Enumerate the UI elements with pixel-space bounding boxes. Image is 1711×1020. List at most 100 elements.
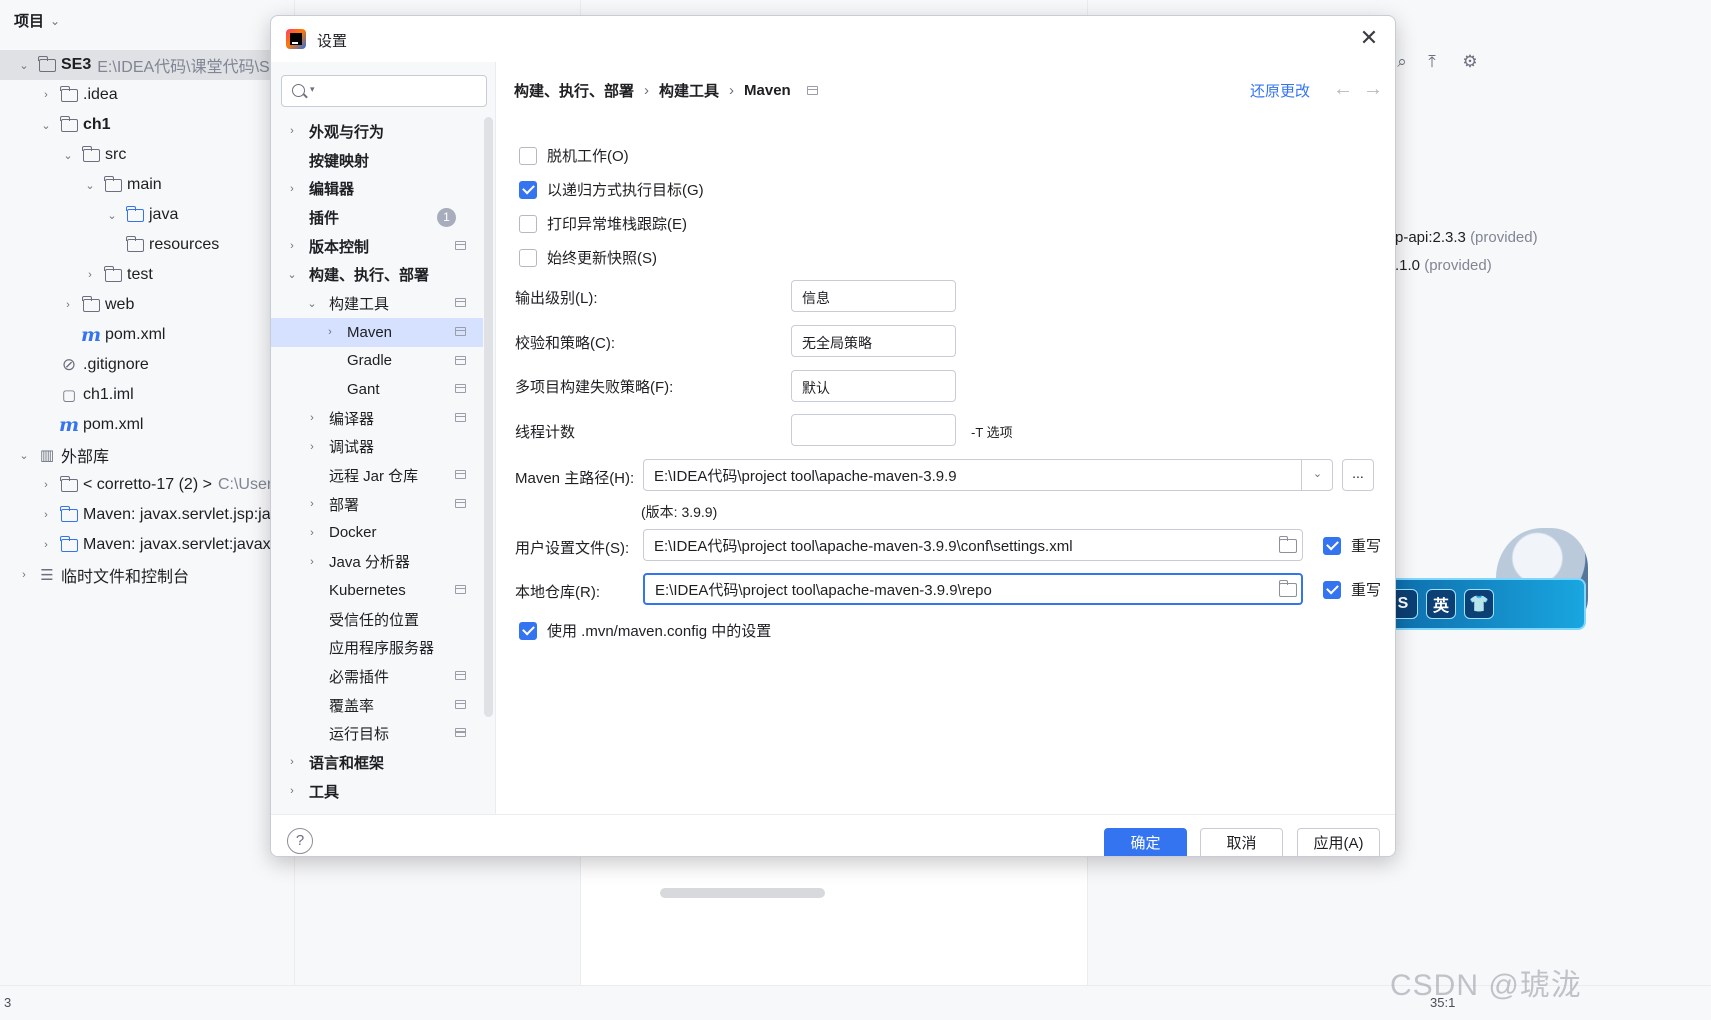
chevron-down-icon[interactable]: ⌄ xyxy=(1301,459,1333,491)
dialog-titlebar[interactable]: 设置 ✕ xyxy=(271,16,1395,62)
local-repo-override-checkbox[interactable] xyxy=(1323,580,1341,599)
maven-dependency-item[interactable]: .1.0 (provided) xyxy=(1395,257,1492,274)
tree-node-java[interactable]: ⌄ java xyxy=(0,200,295,230)
nav-item-coverage[interactable]: 覆盖率 xyxy=(271,691,483,720)
print-stacktrace-checkbox[interactable] xyxy=(519,214,537,233)
chevron-down-icon[interactable]: ⌄ xyxy=(38,119,54,132)
output-level-select[interactable]: 信息 ⌄ xyxy=(791,280,956,312)
nav-item-vcs[interactable]: › 版本控制 xyxy=(271,232,483,261)
project-panel-header[interactable]: 项目 ⌄ xyxy=(14,10,60,31)
chevron-right-icon[interactable]: › xyxy=(305,498,319,510)
chevron-right-icon[interactable]: › xyxy=(285,125,299,137)
tree-node-gitignore[interactable]: ⊘ .gitignore xyxy=(0,350,295,380)
close-icon[interactable]: ✕ xyxy=(1357,26,1381,50)
nav-item-run-targets[interactable]: 运行目标 xyxy=(271,719,483,748)
chevron-down-icon[interactable]: ⌄ xyxy=(82,179,98,192)
thread-count-input[interactable] xyxy=(791,414,956,446)
always-update-snapshots-option[interactable]: 始终更新快照(S) xyxy=(519,247,657,268)
folder-icon[interactable] xyxy=(1278,536,1297,553)
nav-item-java-profiler[interactable]: › Java 分析器 xyxy=(271,547,483,576)
tree-node-pom-root[interactable]: m pom.xml xyxy=(0,410,295,440)
maven-dependency-item[interactable]: p-api:2.3.3 (provided) xyxy=(1395,229,1538,246)
collapse-all-icon[interactable]: ⤒ xyxy=(1422,52,1442,72)
chevron-down-icon[interactable]: ⌄ xyxy=(104,209,120,222)
print-stacktrace-option[interactable]: 打印异常堆栈跟踪(E) xyxy=(519,213,687,234)
chevron-right-icon[interactable]: › xyxy=(38,89,54,101)
work-offline-checkbox[interactable] xyxy=(519,146,537,165)
tree-node-iml[interactable]: ▢ ch1.iml xyxy=(0,380,295,410)
chevron-right-icon[interactable]: › xyxy=(285,785,299,797)
checksum-policy-select[interactable]: 无全局策略 ⌄ xyxy=(791,325,956,357)
nav-item-app-servers[interactable]: 应用程序服务器 xyxy=(271,633,483,662)
chevron-right-icon[interactable]: › xyxy=(305,556,319,568)
input-method-bar[interactable]: S 英 👕 xyxy=(1376,578,1586,630)
chevron-right-icon[interactable]: › xyxy=(285,240,299,252)
user-settings-override-checkbox[interactable] xyxy=(1323,536,1341,555)
tree-node-se3[interactable]: ⌄ SE3 E:\IDEA代码\课堂代码\SE3 xyxy=(0,50,295,80)
recursive-goals-checkbox[interactable] xyxy=(519,180,537,199)
chevron-right-icon[interactable]: › xyxy=(323,326,337,338)
local-repo-override[interactable]: 重写 xyxy=(1323,579,1381,600)
chevron-right-icon[interactable]: › xyxy=(60,299,76,311)
revert-changes-link[interactable]: 还原更改 xyxy=(1250,80,1310,101)
nav-item-compiler[interactable]: › 编译器 xyxy=(271,404,483,433)
tree-node-resources[interactable]: resources xyxy=(0,230,295,260)
nav-item-docker[interactable]: › Docker xyxy=(271,519,483,548)
breadcrumb-item[interactable]: 构建工具 xyxy=(659,80,719,101)
settings-search[interactable]: ▾ xyxy=(281,75,487,107)
back-arrow-icon[interactable]: ← xyxy=(1333,78,1353,101)
ok-button[interactable]: 确定 xyxy=(1104,828,1187,856)
maven-home-input[interactable] xyxy=(643,459,1333,491)
chevron-down-icon[interactable]: ⌄ xyxy=(60,149,76,162)
always-update-snapshots-checkbox[interactable] xyxy=(519,248,537,267)
maven-home-browse-button[interactable]: ... xyxy=(1342,459,1374,491)
apply-button[interactable]: 应用(A) xyxy=(1297,828,1380,856)
local-repo-input[interactable] xyxy=(643,573,1303,605)
tree-node-pom-ch1[interactable]: m pom.xml xyxy=(0,320,295,350)
tree-node-jdk[interactable]: › < corretto-17 (2) > C:\Users xyxy=(0,470,295,500)
mvn-config-checkbox[interactable] xyxy=(519,621,537,640)
editor-horizontal-scrollbar[interactable] xyxy=(660,888,825,898)
folder-icon[interactable] xyxy=(1278,580,1297,597)
chevron-right-icon[interactable]: › xyxy=(16,569,32,581)
tree-node-ch1[interactable]: ⌄ ch1 xyxy=(0,110,295,140)
nav-scrollbar[interactable] xyxy=(484,117,493,717)
nav-item-appearance[interactable]: › 外观与行为 xyxy=(271,117,483,146)
chevron-down-icon[interactable]: ⌄ xyxy=(16,59,32,72)
nav-item-tools[interactable]: › 工具 xyxy=(271,777,483,806)
input-method-widget[interactable]: S 英 👕 xyxy=(1376,528,1711,638)
tree-node-web[interactable]: › web xyxy=(0,290,295,320)
chevron-down-icon[interactable]: ⌄ xyxy=(16,449,32,462)
chevron-down-icon[interactable]: ⌄ xyxy=(285,268,299,281)
tree-node-src[interactable]: ⌄ src xyxy=(0,140,295,170)
tree-node-maven-servlet[interactable]: › Maven: javax.servlet:javax.se xyxy=(0,530,295,560)
tree-node-test[interactable]: › test xyxy=(0,260,295,290)
user-settings-input[interactable] xyxy=(643,529,1303,561)
nav-item-plugins[interactable]: 插件 1 xyxy=(271,203,483,232)
nav-item-debugger[interactable]: › 调试器 xyxy=(271,433,483,462)
nav-item-required-plugins[interactable]: 必需插件 xyxy=(271,662,483,691)
chevron-right-icon[interactable]: › xyxy=(305,441,319,453)
chevron-right-icon[interactable]: › xyxy=(305,412,319,424)
chevron-right-icon[interactable]: › xyxy=(38,479,54,491)
nav-item-keymap[interactable]: 按键映射 xyxy=(271,146,483,175)
chevron-right-icon[interactable]: › xyxy=(285,183,299,195)
chevron-down-icon[interactable]: ⌄ xyxy=(305,297,319,310)
nav-item-languages-frameworks[interactable]: › 语言和框架 xyxy=(271,748,483,777)
cancel-button[interactable]: 取消 xyxy=(1200,828,1283,856)
tree-node-scratches[interactable]: › ☰ 临时文件和控制台 xyxy=(0,560,295,590)
ime-skin-key[interactable]: 👕 xyxy=(1464,589,1494,619)
nav-item-remote-jar-repos[interactable]: 远程 Jar 仓库 xyxy=(271,461,483,490)
recursive-goals-option[interactable]: 以递归方式执行目标(G) xyxy=(519,179,704,200)
chevron-right-icon[interactable]: › xyxy=(285,756,299,768)
chevron-right-icon[interactable]: › xyxy=(305,527,319,539)
nav-item-gant[interactable]: Gant xyxy=(271,375,483,404)
forward-arrow-icon[interactable]: → xyxy=(1363,78,1383,101)
tree-node-maven-jsp[interactable]: › Maven: javax.servlet.jsp:javax xyxy=(0,500,296,530)
nav-item-maven[interactable]: › Maven xyxy=(271,317,483,347)
gear-icon[interactable]: ⚙ xyxy=(1460,52,1480,72)
tree-node-external-libs[interactable]: ⌄ ▥ 外部库 xyxy=(0,440,295,470)
multiproject-fail-select[interactable]: 默认 ⌄ xyxy=(791,370,956,402)
user-settings-override[interactable]: 重写 xyxy=(1323,535,1381,556)
nav-item-trusted-locations[interactable]: 受信任的位置 xyxy=(271,605,483,634)
